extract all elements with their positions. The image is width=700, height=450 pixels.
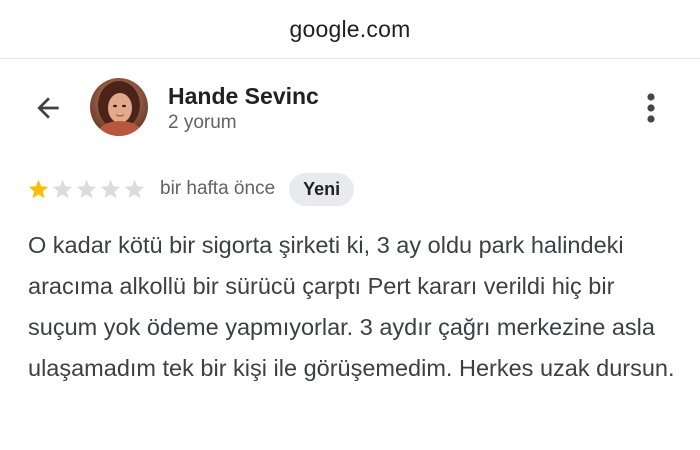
review-page: google.com Hande Sevinc 2 yorum bir haft… [0, 0, 700, 450]
back-button[interactable] [28, 88, 68, 128]
star-rating [27, 178, 146, 201]
star-filled-icon [28, 179, 49, 198]
arrow-left-icon [37, 97, 59, 119]
avatar[interactable] [90, 78, 148, 136]
browser-url-bar[interactable]: google.com [0, 0, 700, 59]
more-options-button[interactable] [634, 88, 668, 128]
star-empty-icon [76, 179, 97, 198]
review-text: O kadar kötü bir sigorta şirketi ki, 3 a… [28, 232, 675, 381]
review-time: bir hafta önce [160, 178, 276, 199]
star-empty-icon [124, 179, 145, 198]
star-empty-icon [52, 179, 73, 198]
review-meta-row: bir hafta önce Yeni [27, 172, 355, 206]
star-empty-icon [100, 179, 121, 198]
more-vert-icon [647, 93, 655, 123]
profile-photo [90, 78, 148, 136]
url-text: google.com [289, 15, 411, 42]
reviewer-header: Hande Sevinc 2 yorum [0, 70, 700, 150]
new-badge: Yeni [289, 172, 355, 206]
reviewer-review-count: 2 yorum [168, 112, 237, 133]
reviewer-name[interactable]: Hande Sevinc [168, 83, 319, 110]
